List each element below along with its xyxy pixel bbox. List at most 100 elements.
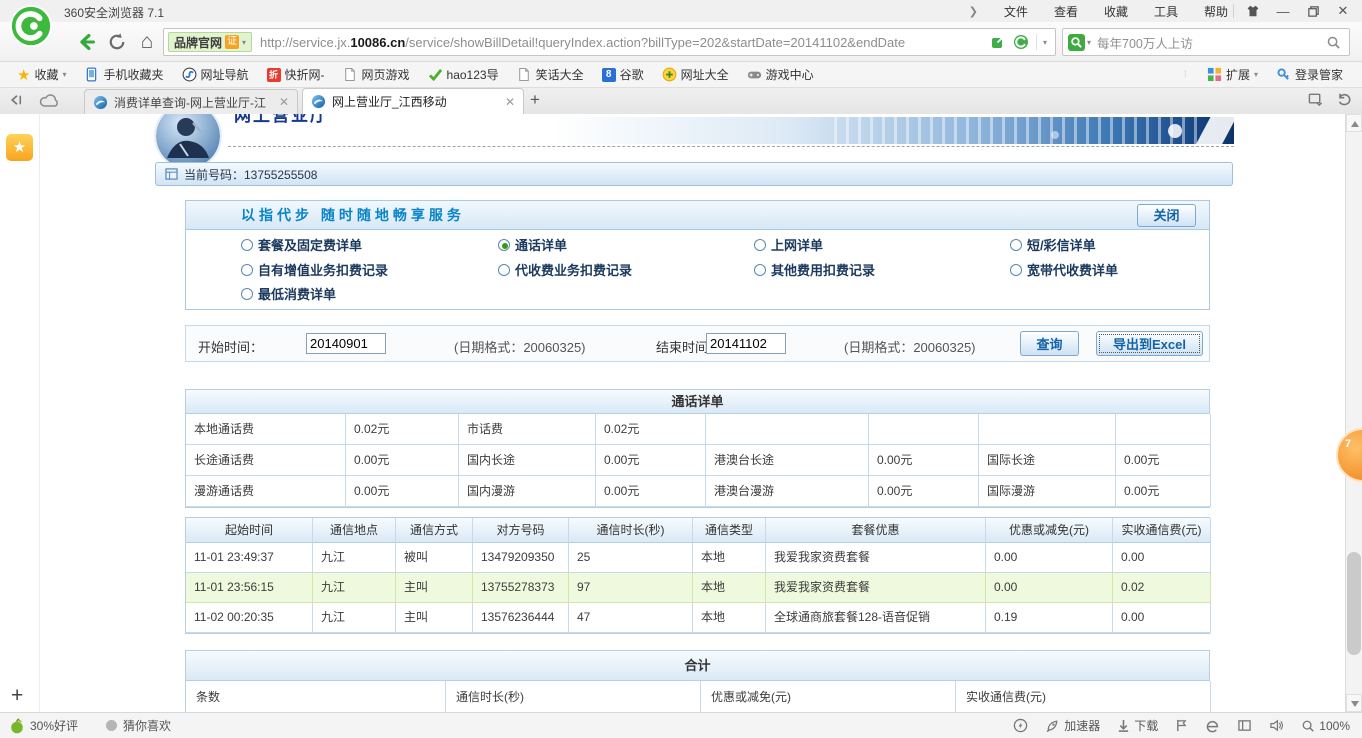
scroll-up-button[interactable] (1346, 114, 1362, 132)
bookmark-kuaizhe[interactable]: 折 快折网- (258, 64, 334, 86)
bill-type-radio-2[interactable]: 上网详单 (754, 235, 823, 254)
suggestion-toggle[interactable]: 猜你喜欢 (106, 717, 171, 734)
url-text[interactable]: http://service.jx.10086.cn/service/showB… (260, 35, 905, 50)
bill-type-radio-6[interactable]: 其他费用扣费记录 (754, 260, 875, 279)
key-icon (1276, 67, 1291, 82)
close-window-button[interactable]: ✕ (1328, 0, 1358, 22)
url-dropdown-icon[interactable]: ▾ (1043, 38, 1047, 47)
radio-icon (241, 288, 253, 300)
360-swirl-icon[interactable] (1013, 34, 1029, 50)
bookmark-google[interactable]: 8 谷歌 (593, 64, 653, 86)
accelerator-button[interactable]: 加速器 (1045, 717, 1100, 734)
close-button[interactable]: 关闭 (1137, 204, 1196, 227)
menu-help[interactable]: 帮助 (1204, 3, 1228, 20)
call-detail-table: 起始时间 通信地点 通信方式 对方号码 通信时长(秒) 通信类型 套餐优惠 优惠… (185, 517, 1210, 634)
scrollbar-thumb[interactable] (1347, 552, 1361, 655)
sidebar-favorites-star-button[interactable]: ★ (6, 134, 33, 161)
collapse-tabs-icon[interactable] (8, 92, 25, 108)
restore-closed-tab-icon[interactable] (1336, 92, 1352, 107)
extensions-button[interactable]: 扩展 ▾ (1198, 64, 1267, 86)
divider (1036, 34, 1037, 50)
bill-type-radio-5[interactable]: 代收费业务扣费记录 (498, 260, 632, 279)
restore-button[interactable] (1298, 0, 1328, 22)
menu-favorites[interactable]: 收藏 (1104, 3, 1128, 20)
bookmark-site-nav[interactable]: 网址导航 (173, 64, 258, 86)
bill-type-radio-8[interactable]: 最低消费详单 (241, 284, 336, 303)
vertical-scrollbar[interactable] (1345, 114, 1362, 712)
bookmark-web-games[interactable]: 网页游戏 (334, 64, 419, 86)
header-cell: 优惠或减免(元) (701, 681, 956, 712)
end-date-input[interactable] (706, 333, 786, 354)
refresh-button[interactable] (104, 29, 130, 55)
badge-number: 7 (1345, 438, 1351, 450)
scroll-down-button[interactable] (1346, 694, 1362, 712)
rating-text[interactable]: 30%好评 (30, 717, 78, 734)
bookmark-site-collection[interactable]: 网址大全 (653, 64, 738, 86)
bookmark-game-center[interactable]: 游戏中心 (738, 64, 823, 86)
new-tab-button[interactable]: + (530, 90, 540, 110)
brand-site-badge[interactable]: 品牌官网 证 ▾ (168, 32, 252, 52)
zoom-control[interactable]: 100% (1301, 719, 1350, 733)
start-date-format-hint: (日期格式：20060325) (454, 337, 586, 356)
cloud-sync-icon[interactable] (39, 93, 61, 108)
rating-apple-icon[interactable] (10, 718, 24, 734)
search-input[interactable]: 每年700万人上访 (1097, 33, 1326, 52)
tab-bill-query[interactable]: 消费详单查询-网上营业厅-江 ✕ (84, 89, 298, 114)
ie-compat-icon[interactable] (1205, 718, 1220, 733)
bill-type-radio-4[interactable]: 自有增值业务扣费记录 (241, 260, 388, 279)
tab-close-icon[interactable]: ✕ (505, 95, 515, 109)
cell: 0.00元 (346, 476, 459, 507)
header-cell: 通信地点 (313, 518, 396, 543)
speaker-icon[interactable] (1269, 719, 1284, 732)
skin-button[interactable] (1238, 0, 1268, 22)
header-cell: 通信方式 (396, 518, 473, 543)
suggestion-label: 猜你喜欢 (123, 717, 171, 734)
bookmark-phone-favorites[interactable]: 手机收藏夹 (75, 64, 172, 86)
export-excel-button[interactable]: 导出到Excel (1096, 331, 1203, 356)
login-manager-button[interactable]: 登录管家 (1267, 64, 1352, 86)
back-button[interactable] (74, 29, 100, 55)
cell: 主叫 (396, 603, 473, 633)
bill-type-radio-1[interactable]: 通话详单 (498, 235, 567, 254)
radio-icon (1010, 264, 1022, 276)
cell: 港澳台长途 (706, 445, 869, 476)
favorites-caret-icon[interactable]: ▾ (62, 70, 66, 79)
floating-promo-badge[interactable]: 7 (1336, 428, 1362, 482)
search-icon[interactable] (1326, 35, 1341, 50)
search-engine-caret-icon[interactable]: ▾ (1087, 38, 1091, 47)
menu-expander-icon[interactable]: ❯ (969, 5, 978, 18)
menu-view[interactable]: 查看 (1054, 3, 1078, 20)
cell: 我爱我家资费套餐 (766, 543, 986, 573)
search-engine-badge[interactable]: ▾ (1068, 34, 1091, 51)
download-button[interactable]: 下载 (1117, 717, 1158, 734)
home-button[interactable]: ⌂ (134, 29, 160, 55)
minimize-button[interactable]: — (1268, 0, 1298, 22)
cell: 13755278373 (473, 573, 569, 603)
menu-file[interactable]: 文件 (1004, 3, 1028, 20)
bookmark-hao123[interactable]: hao123导 (419, 64, 508, 86)
query-button[interactable]: 查询 (1020, 331, 1079, 356)
cell: 0.02元 (596, 414, 706, 445)
badge-caret-icon[interactable]: ▾ (242, 38, 246, 47)
sidebar-add-button[interactable]: + (11, 684, 23, 708)
extensions-caret-icon[interactable]: ▾ (1254, 70, 1258, 79)
layout-icon[interactable] (1237, 719, 1252, 732)
tab-business-hall-active[interactable]: 网上营业厅_江西移动 ✕ (302, 88, 524, 114)
menu-tools[interactable]: 工具 (1154, 3, 1178, 20)
favorites-button[interactable]: ★ 收藏 ▾ (8, 64, 75, 86)
bookmark-jokes[interactable]: 笑话大全 (508, 64, 593, 86)
bill-type-radio-7[interactable]: 宽带代收费详单 (1010, 260, 1118, 279)
cell: 市话费 (459, 414, 596, 445)
search-box[interactable]: ▾ 每年700万人上访 (1062, 28, 1350, 56)
start-date-input[interactable] (306, 333, 386, 354)
cell: 11-02 00:20:35 (186, 603, 313, 633)
bill-type-radio-0[interactable]: 套餐及固定费详单 (241, 235, 362, 254)
address-bar[interactable]: 品牌官网 证 ▾ http://service.jx.10086.cn/serv… (163, 28, 1056, 56)
tab-list-icon[interactable] (1307, 92, 1324, 107)
share-icon[interactable] (990, 34, 1006, 50)
tab-close-icon[interactable]: ✕ (279, 95, 289, 109)
speed-mode-icon[interactable] (1013, 718, 1028, 733)
page-content: ★ + 网上营业厅 当前号码：13755255508 以指代步 随时随地畅享服务… (0, 114, 1362, 712)
bill-type-radio-3[interactable]: 短/彩信详单 (1010, 235, 1096, 254)
flag-icon[interactable] (1175, 718, 1188, 733)
